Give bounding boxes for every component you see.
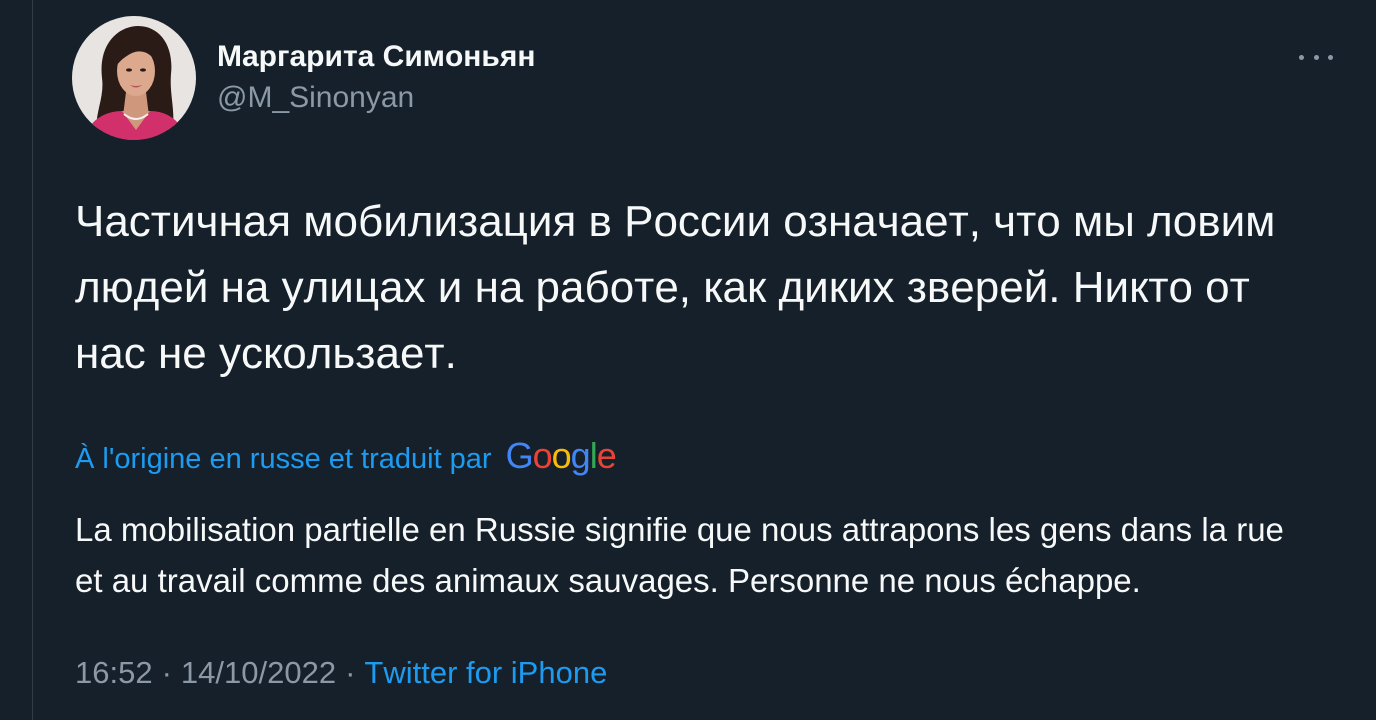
column-border xyxy=(32,0,33,720)
translated-text: La mobilisation partielle en Russie sign… xyxy=(75,511,1284,599)
google-logo-letter: G xyxy=(505,435,534,476)
translation-attribution: À l'origine en russe et traduit par Goog… xyxy=(75,435,617,476)
tweet-detail: Маргарита Симоньян @M_Sinonyan Частичная… xyxy=(0,0,1376,720)
meta-separator: · xyxy=(345,655,356,690)
google-logo-letter: g xyxy=(570,435,591,476)
google-logo-letter: o xyxy=(551,435,572,476)
tweet-source-link[interactable]: Twitter for iPhone xyxy=(364,655,607,690)
google-logo: Google xyxy=(505,435,617,476)
meta-separator: · xyxy=(161,655,172,690)
avatar-eye-right xyxy=(140,68,146,72)
more-icon-dot xyxy=(1299,54,1304,60)
tweet-time: 16:52 xyxy=(75,655,153,690)
tweet-meta: 16:52 · 14/10/2022 · Twitter for iPhone xyxy=(75,653,607,693)
more-icon-dot xyxy=(1328,54,1333,60)
avatar-eye-left xyxy=(126,68,132,72)
google-logo-letter: o xyxy=(532,435,553,476)
translation-label: À l'origine en russe et traduit par xyxy=(75,443,492,475)
more-icon[interactable] xyxy=(1299,47,1333,67)
tweet-text: Частичная мобилизация в России означает,… xyxy=(75,197,1276,378)
avatar-photo xyxy=(72,16,196,140)
google-logo-letter: l xyxy=(589,435,598,476)
tweet-date: 14/10/2022 xyxy=(180,655,337,690)
more-icon-dot xyxy=(1313,54,1319,60)
avatar[interactable] xyxy=(72,16,196,140)
author-handle[interactable]: @M_Sinonyan xyxy=(217,81,414,115)
author-display-name[interactable]: Маргарита Симоньян xyxy=(217,40,535,74)
google-logo-letter: e xyxy=(596,435,617,476)
